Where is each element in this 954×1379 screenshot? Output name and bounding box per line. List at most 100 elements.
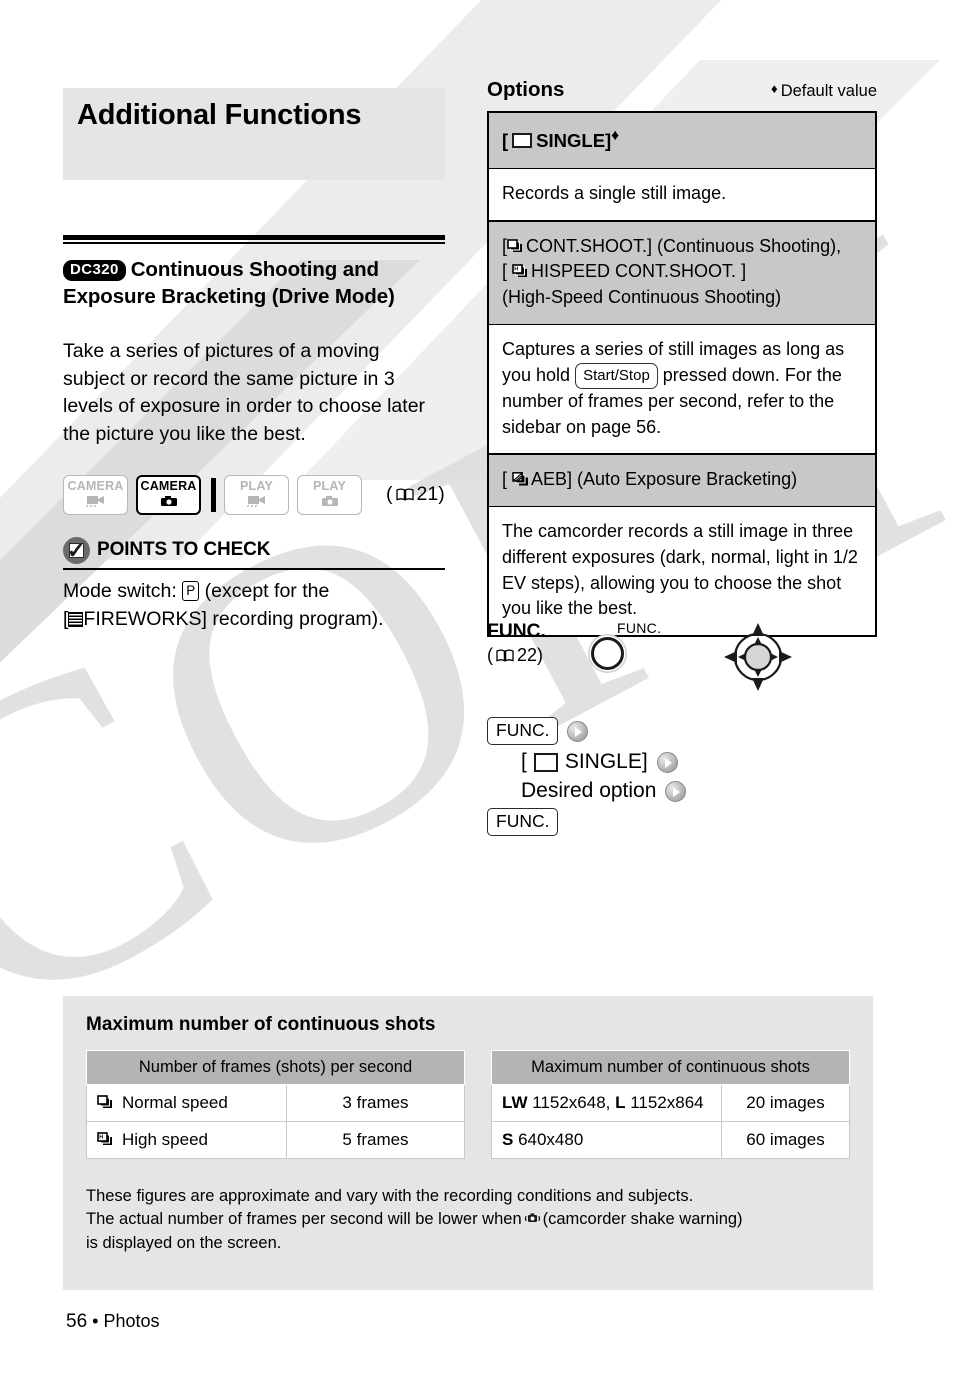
table-header: Number of frames (shots) per second [86,1050,465,1085]
option-name-single: [ SINGLE]♦ [489,113,875,168]
joystick-right-button-icon[interactable] [665,780,687,802]
hispeed-continuous-shoot-icon: H [97,1132,114,1147]
section-heading-line1: Continuous Shooting and [130,258,379,281]
func-steps-list: FUNC. [ SINGLE] Desired option FUNC. [487,717,887,836]
chapter-title: Additional Functions [77,99,362,131]
bracket-open: [ [502,261,508,282]
func-step-1: FUNC. [487,717,887,745]
mode-box-camera-movie: CAMERA [63,474,128,515]
aeb-icon [512,469,529,486]
table-cell-label: S 640x480 [491,1121,722,1159]
options-title: Options [487,78,565,101]
program-key-icon: P [182,580,200,602]
section-heading-line2: Exposure Bracketing (Drive Mode) [63,285,395,309]
func-key[interactable]: FUNC. [487,808,559,836]
size-dims: 640x480 [513,1130,584,1149]
step-label: Desired option [521,779,657,802]
left-column: Additional Functions DC320 Continuous Sho… [63,88,445,633]
points-line2-tail: FIREWORKS] recording program). [83,607,384,630]
still-camera-icon [321,495,339,509]
book-icon [395,484,414,501]
mode-label: PLAY [313,479,346,494]
right-column: Options ♦ Default value [SINGLE]♦ Records… [487,78,877,638]
size-dims: 1152x864 [625,1093,704,1112]
diamond-marker-icon: ♦ [771,81,778,96]
func-step-3: Desired option [521,779,887,803]
movie-camera-icon [85,495,106,509]
table-cell-label: LW 1152x648, L 1152x864 [491,1084,722,1122]
option-label-line1: CONT.SHOOT.] (Continuous Shooting), [526,235,842,256]
joystick-right-button-icon[interactable] [656,751,678,773]
joystick-right-button-icon[interactable] [567,720,589,742]
continuous-shoot-icon [97,1095,114,1110]
table-cell-value: 20 images [721,1084,850,1122]
paren-close: ) [537,645,544,665]
note-line1: These figures are approximate and vary w… [86,1187,694,1205]
row-label: High speed [122,1130,209,1149]
page-number: 21 [416,483,439,506]
svg-text:H: H [514,267,518,273]
sidebar-note: These figures are approximate and vary w… [63,1159,873,1255]
hispeed-continuous-shoot-icon: H [512,261,529,278]
func-key[interactable]: FUNC. [487,717,559,745]
bracket-open: [ [521,750,527,773]
mode-box-camera-still: CAMERA [136,474,201,515]
default-value-text: Default value [780,82,877,100]
page-number: 22 [517,645,538,665]
func-step-2: [ SINGLE] [521,750,887,774]
table-row: H High speed 5 frames [86,1121,465,1159]
size-code: S [502,1130,514,1149]
func-dial-illustration: FUNC. [591,620,661,670]
size-dims: 1152x648, [527,1093,616,1112]
option-desc-aeb: The camcorder records a still image in t… [489,506,875,635]
size-code: L [615,1093,626,1112]
step-label: SINGLE] [564,750,648,773]
table-row: S 640x480 60 images [491,1121,850,1159]
points-line1-tail: (except for the [204,579,330,602]
footer-page-number: 56 [66,1311,88,1332]
points-to-check-block: ✓ POINTS TO CHECK Mode switch: P (except… [63,536,445,634]
sidebar-panel: Maximum number of continuous shots Numbe… [63,996,873,1290]
operating-modes-row: CAMERA CAMERA PLAY PLAY (21) [63,474,445,515]
book-icon [496,646,514,662]
table-cell-value: 5 frames [286,1121,465,1159]
model-badge: DC320 [63,260,126,282]
section-heading: DC320 Continuous Shooting and Exposure Br… [63,256,445,311]
paren-open: ( [386,483,393,506]
func-procedure-block: FUNC. (22) FUNC. FUNC. [SINGLE] Desired… [487,620,887,841]
default-value-note: ♦ Default value [771,81,877,101]
default-marker: ♦ [611,127,620,144]
paren-open: ( [487,645,493,665]
func-step-4: FUNC. [487,808,887,836]
footer-section: Photos [103,1311,160,1331]
table-row: Normal speed 3 frames [86,1084,465,1122]
func-button-icon [591,637,624,670]
option-name-aeb: [ AEB] (Auto Exposure Bracketing) [489,453,875,507]
max-continuous-shots-table: Maximum number of continuous shots LW 11… [491,1050,850,1159]
option-desc-continuous: Captures a series of still images as lon… [489,323,875,454]
table-cell-value: 60 images [721,1121,850,1159]
points-to-check-title: POINTS TO CHECK [97,539,271,561]
option-label-line3: (High-Speed Continuous Shooting) [502,287,782,308]
still-camera-icon [160,495,178,509]
points-rule [63,567,445,570]
points-to-check-body: Mode switch: P (except for the [FIREWORK… [63,578,445,633]
row-label: Normal speed [122,1093,228,1112]
func-dial-caption: FUNC. [617,620,662,636]
joystick-icon [724,623,793,691]
option-name-continuous: [CONT.SHOOT.] (Continuous Shooting), [ H… [489,219,875,324]
paren-close: ) [438,483,445,506]
option-label: SINGLE] [536,130,612,152]
bracket-open: [ [502,130,509,152]
page-footer: 56 • Photos [66,1311,160,1333]
size-code: LW [502,1093,528,1112]
modes-page-reference: (21) [386,483,445,506]
option-desc-single: Records a single still image. [489,167,875,220]
mode-box-play-still: PLAY [297,474,362,515]
option-label-line2: HISPEED CONT.SHOOT. ] [531,261,747,282]
manual-page: Additional Functions DC320 Continuous Sho… [0,0,954,1379]
svg-text:H: H [99,1135,103,1141]
note-line2-a: The actual number of frames per second w… [86,1210,522,1229]
footer-bullet: • [92,1311,99,1331]
joystick-illustration [721,620,795,699]
